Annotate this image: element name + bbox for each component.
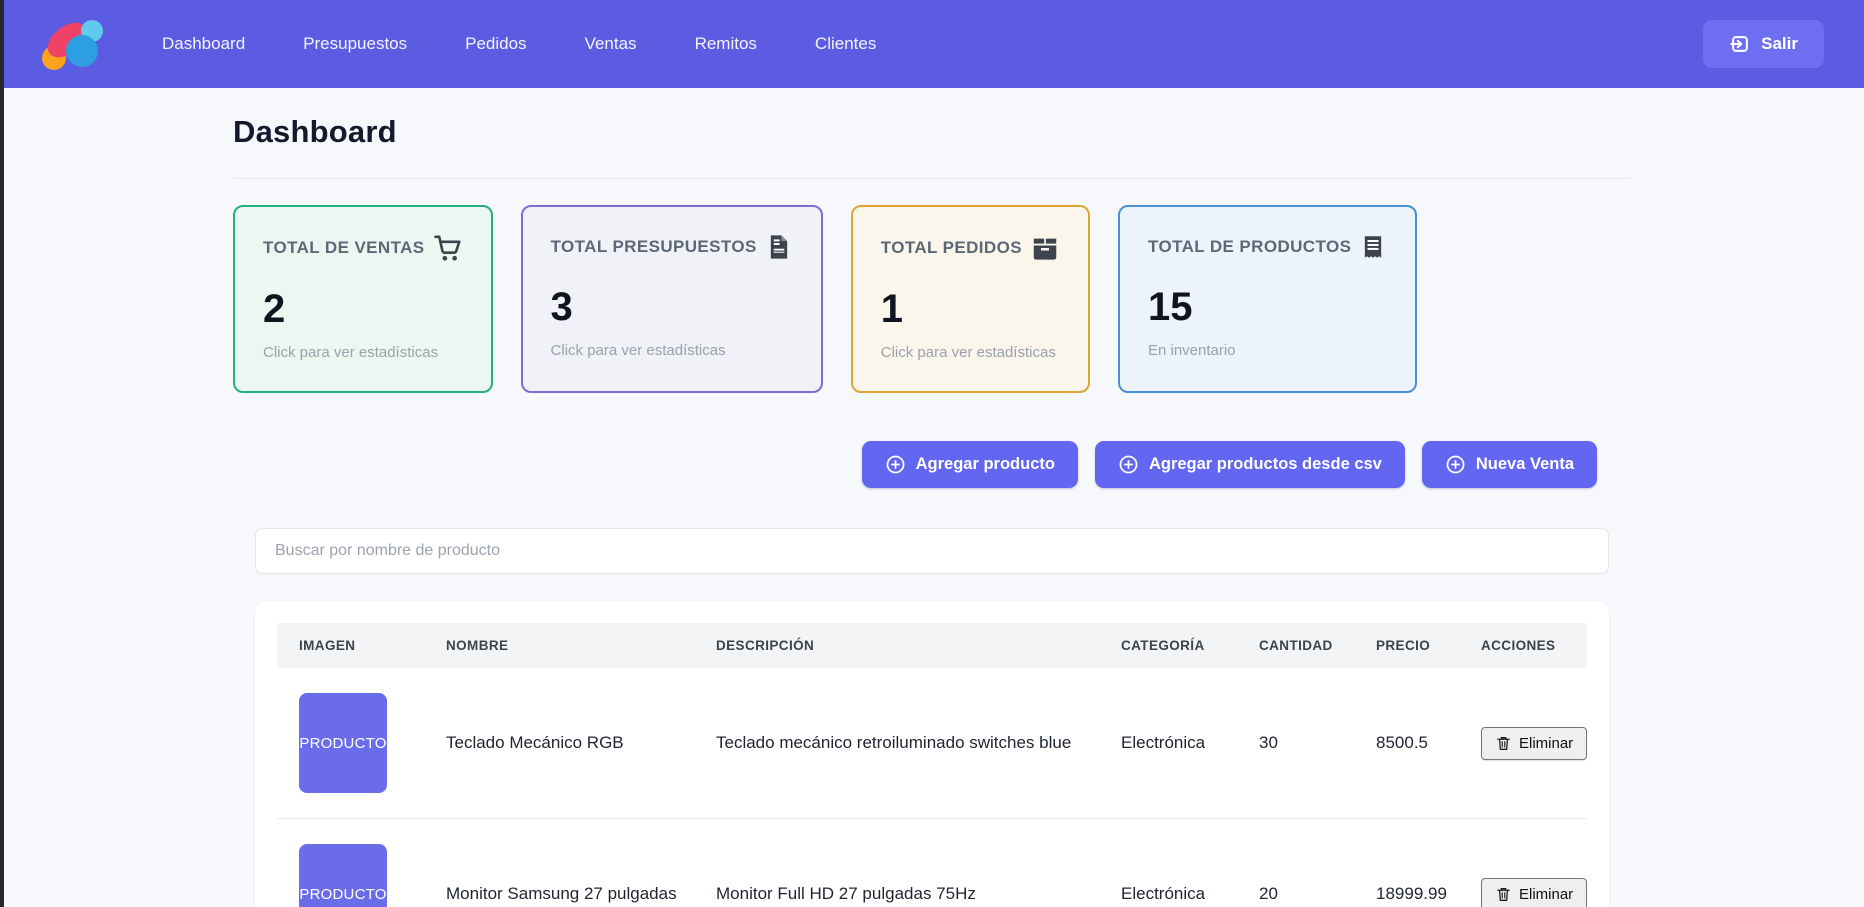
stat-card-pedidos[interactable]: TOTAL PEDIDOS 1 Click para ver estadísti…: [851, 205, 1090, 393]
title-divider: [233, 178, 1631, 179]
add-products-csv-label: Agregar productos desde csv: [1149, 455, 1382, 474]
add-product-label: Agregar producto: [916, 455, 1055, 474]
stat-label: TOTAL DE PRODUCTOS: [1148, 237, 1351, 257]
delete-label: Eliminar: [1519, 886, 1573, 903]
trash-icon: [1495, 886, 1512, 903]
stat-card-ventas[interactable]: TOTAL DE VENTAS 2 Click para ver estadís…: [233, 205, 493, 393]
col-acciones: ACCIONES: [1465, 623, 1587, 668]
stat-subtext: Click para ver estadísticas: [881, 344, 1060, 361]
cell-nombre: Teclado Mecánico RGB: [430, 668, 700, 819]
new-sale-label: Nueva Venta: [1476, 455, 1574, 474]
table-row: PRODUCTO Monitor Samsung 27 pulgadas Mon…: [277, 819, 1587, 907]
add-products-csv-button[interactable]: Agregar productos desde csv: [1095, 441, 1405, 488]
add-product-button[interactable]: Agregar producto: [862, 441, 1078, 488]
stat-card-productos[interactable]: TOTAL DE PRODUCTOS 15 En inventario: [1118, 205, 1417, 393]
stat-value: 3: [551, 285, 793, 330]
table-header-row: IMAGEN NOMBRE DESCRIPCIÓN CATEGORÍA CANT…: [277, 623, 1587, 668]
cell-cantidad: 30: [1243, 668, 1360, 819]
trash-icon: [1495, 735, 1512, 752]
product-image-placeholder: PRODUCTO: [299, 693, 387, 793]
stat-value: 1: [881, 287, 1060, 332]
receipt-icon: [1359, 233, 1387, 261]
main-content: Dashboard TOTAL DE VENTAS 2 Click para v…: [233, 88, 1631, 907]
cell-descripcion: Teclado mecánico retroiluminado switches…: [700, 668, 1105, 819]
col-imagen: IMAGEN: [277, 623, 430, 668]
nav-item-dashboard[interactable]: Dashboard: [162, 34, 245, 54]
nav-links: Dashboard Presupuestos Pedidos Ventas Re…: [162, 34, 876, 54]
brand-logo-icon: [40, 14, 106, 74]
cell-cantidad: 20: [1243, 819, 1360, 907]
logout-button[interactable]: Salir: [1703, 20, 1824, 68]
stat-value: 15: [1148, 285, 1387, 330]
products-table: IMAGEN NOMBRE DESCRIPCIÓN CATEGORÍA CANT…: [277, 623, 1587, 907]
stat-subtext: Click para ver estadísticas: [263, 344, 463, 361]
logout-icon: [1729, 33, 1751, 55]
nav-item-remitos[interactable]: Remitos: [695, 34, 757, 54]
cart-icon: [433, 233, 463, 263]
window-edge: [0, 0, 4, 907]
stat-value: 2: [263, 287, 463, 332]
cell-descripcion: Monitor Full HD 27 pulgadas 75Hz: [700, 819, 1105, 907]
plus-circle-icon: [1118, 454, 1139, 475]
stat-label: TOTAL DE VENTAS: [263, 238, 425, 258]
delete-label: Eliminar: [1519, 735, 1573, 752]
stat-label: TOTAL PRESUPUESTOS: [551, 237, 757, 257]
nav-item-clientes[interactable]: Clientes: [815, 34, 876, 54]
delete-button[interactable]: Eliminar: [1481, 727, 1587, 760]
stats-row: TOTAL DE VENTAS 2 Click para ver estadís…: [233, 205, 1631, 393]
cell-precio: 8500.5: [1360, 668, 1465, 819]
actions-row: Agregar producto Agregar productos desde…: [233, 441, 1631, 488]
col-nombre: NOMBRE: [430, 623, 700, 668]
col-precio: PRECIO: [1360, 623, 1465, 668]
logout-label: Salir: [1761, 34, 1798, 54]
plus-circle-icon: [1445, 454, 1466, 475]
page-title: Dashboard: [233, 88, 1631, 150]
cell-nombre: Monitor Samsung 27 pulgadas: [430, 819, 700, 907]
new-sale-button[interactable]: Nueva Venta: [1422, 441, 1597, 488]
stat-subtext: Click para ver estadísticas: [551, 342, 793, 359]
product-image-placeholder: PRODUCTO: [299, 844, 387, 907]
nav-item-ventas[interactable]: Ventas: [585, 34, 637, 54]
navbar: Dashboard Presupuestos Pedidos Ventas Re…: [0, 0, 1864, 88]
stat-label: TOTAL PEDIDOS: [881, 238, 1022, 258]
document-icon: [765, 233, 793, 261]
nav-item-presupuestos[interactable]: Presupuestos: [303, 34, 407, 54]
stat-subtext: En inventario: [1148, 342, 1387, 359]
nav-item-pedidos[interactable]: Pedidos: [465, 34, 526, 54]
cell-precio: 18999.99: [1360, 819, 1465, 907]
cell-categoria: Electrónica: [1105, 819, 1243, 907]
table-row: PRODUCTO Teclado Mecánico RGB Teclado me…: [277, 668, 1587, 819]
col-cantidad: CANTIDAD: [1243, 623, 1360, 668]
brand-logo: [40, 14, 106, 74]
cell-categoria: Electrónica: [1105, 668, 1243, 819]
search-input[interactable]: [255, 528, 1609, 574]
delete-button[interactable]: Eliminar: [1481, 878, 1587, 907]
stat-card-presupuestos[interactable]: TOTAL PRESUPUESTOS 3 Click para ver esta…: [521, 205, 823, 393]
col-categoria: CATEGORÍA: [1105, 623, 1243, 668]
box-icon: [1030, 233, 1060, 263]
col-descripcion: DESCRIPCIÓN: [700, 623, 1105, 668]
products-table-card: IMAGEN NOMBRE DESCRIPCIÓN CATEGORÍA CANT…: [255, 601, 1609, 907]
plus-circle-icon: [885, 454, 906, 475]
